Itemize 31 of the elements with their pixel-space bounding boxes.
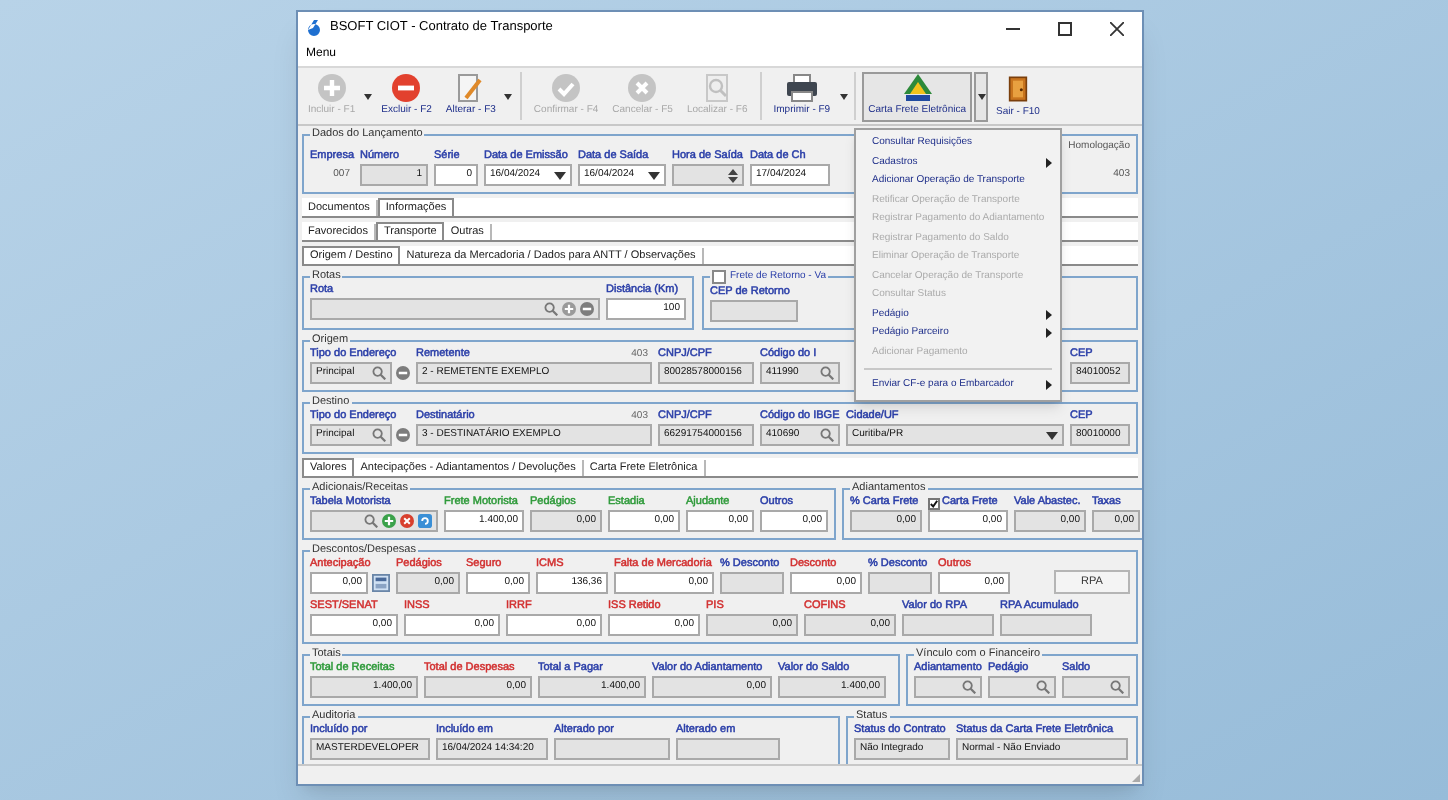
caret-icon — [504, 93, 513, 99]
app-icon — [306, 19, 322, 37]
calculator-icon[interactable] — [372, 574, 390, 592]
dropdown-caret-icon[interactable] — [554, 171, 566, 179]
checkbox[interactable] — [928, 498, 940, 510]
caret-icon — [839, 93, 848, 99]
triangle-logo-icon — [901, 74, 934, 102]
dropdown-caret-icon[interactable] — [648, 171, 660, 179]
check-icon — [552, 74, 581, 102]
maximize-icon — [1057, 21, 1071, 35]
resize-grip-icon[interactable] — [1130, 772, 1142, 784]
checkbox[interactable] — [712, 270, 726, 284]
remove-icon[interactable] — [396, 428, 410, 442]
minimize-icon — [1005, 27, 1019, 29]
edit-document-icon — [456, 74, 485, 102]
cancel-icon — [628, 74, 657, 102]
remove-icon[interactable] — [396, 366, 410, 380]
dropdown-button[interactable] — [838, 93, 849, 99]
submenu-arrow-icon — [1046, 157, 1052, 168]
delete-icon — [392, 74, 421, 102]
submenu-arrow-icon — [1046, 380, 1052, 391]
add-icon — [317, 74, 346, 102]
close-icon — [1109, 21, 1123, 35]
caret-icon — [364, 93, 373, 99]
door-icon — [1007, 73, 1028, 103]
printer-icon — [785, 74, 818, 102]
dropdown-button[interactable] — [974, 71, 989, 121]
dropdown-button[interactable] — [503, 93, 514, 99]
caret-icon — [977, 93, 986, 99]
check-icon — [930, 500, 938, 508]
search-document-icon — [703, 74, 732, 102]
